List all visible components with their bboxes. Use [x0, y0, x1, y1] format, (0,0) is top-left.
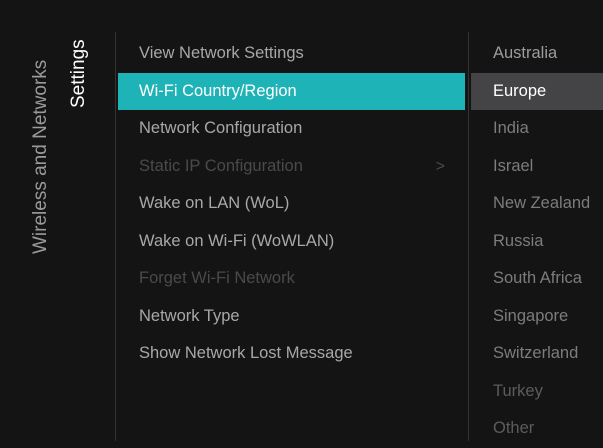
option-south-africa[interactable]: South Africa	[471, 260, 603, 298]
menu-item-network-type[interactable]: Network Type	[118, 298, 465, 336]
menu-item-wake-on-wifi[interactable]: Wake on Wi-Fi (WoWLAN)	[118, 223, 465, 261]
menu-item-view-network-settings[interactable]: View Network Settings	[118, 35, 465, 73]
menu-item-label: Wake on Wi-Fi (WoWLAN)	[139, 231, 335, 250]
option-india[interactable]: India	[471, 110, 603, 148]
country-region-options: Australia Europe India Israel New Zealan…	[471, 35, 603, 448]
divider	[115, 32, 116, 441]
menu-item-label: Network Type	[139, 306, 240, 325]
option-other[interactable]: Other	[471, 410, 603, 448]
option-turkey[interactable]: Turkey	[471, 373, 603, 411]
menu-item-show-network-lost-message[interactable]: Show Network Lost Message	[118, 335, 465, 373]
menu-item-label: Show Network Lost Message	[139, 344, 353, 362]
chevron-right-icon: >	[435, 157, 445, 175]
option-russia[interactable]: Russia	[471, 223, 603, 261]
settings-screen: Wireless and Networks Settings View Netw…	[6, 6, 603, 441]
option-new-zealand[interactable]: New Zealand	[471, 185, 603, 223]
menu-item-wifi-country-region[interactable]: Wi-Fi Country/Region	[118, 72, 465, 110]
option-switzerland[interactable]: Switzerland	[471, 335, 603, 373]
menu-item-label: Wi-Fi Country/Region	[139, 81, 297, 100]
network-settings-menu: View Network Settings Wi-Fi Country/Regi…	[118, 35, 465, 373]
breadcrumb-current[interactable]: Settings	[68, 39, 90, 108]
menu-item-label: Forget Wi-Fi Network	[139, 269, 295, 287]
menu-item-label: Static IP Configuration	[139, 156, 303, 175]
menu-item-wake-on-lan[interactable]: Wake on LAN (WoL)	[118, 185, 465, 223]
option-australia[interactable]: Australia	[471, 35, 603, 73]
divider	[468, 32, 469, 441]
menu-item-label: View Network Settings	[139, 44, 304, 62]
option-israel[interactable]: Israel	[471, 148, 603, 186]
menu-item-forget-wifi-network: Forget Wi-Fi Network	[118, 260, 465, 298]
option-europe[interactable]: Europe	[471, 72, 603, 110]
menu-item-static-ip-configuration: Static IP Configuration >	[118, 148, 465, 186]
menu-item-network-configuration[interactable]: Network Configuration	[118, 110, 465, 148]
option-singapore[interactable]: Singapore	[471, 298, 603, 336]
menu-item-label: Network Configuration	[139, 119, 303, 137]
breadcrumb-root[interactable]: Wireless and Networks	[30, 60, 52, 254]
menu-item-label: Wake on LAN (WoL)	[139, 194, 290, 212]
